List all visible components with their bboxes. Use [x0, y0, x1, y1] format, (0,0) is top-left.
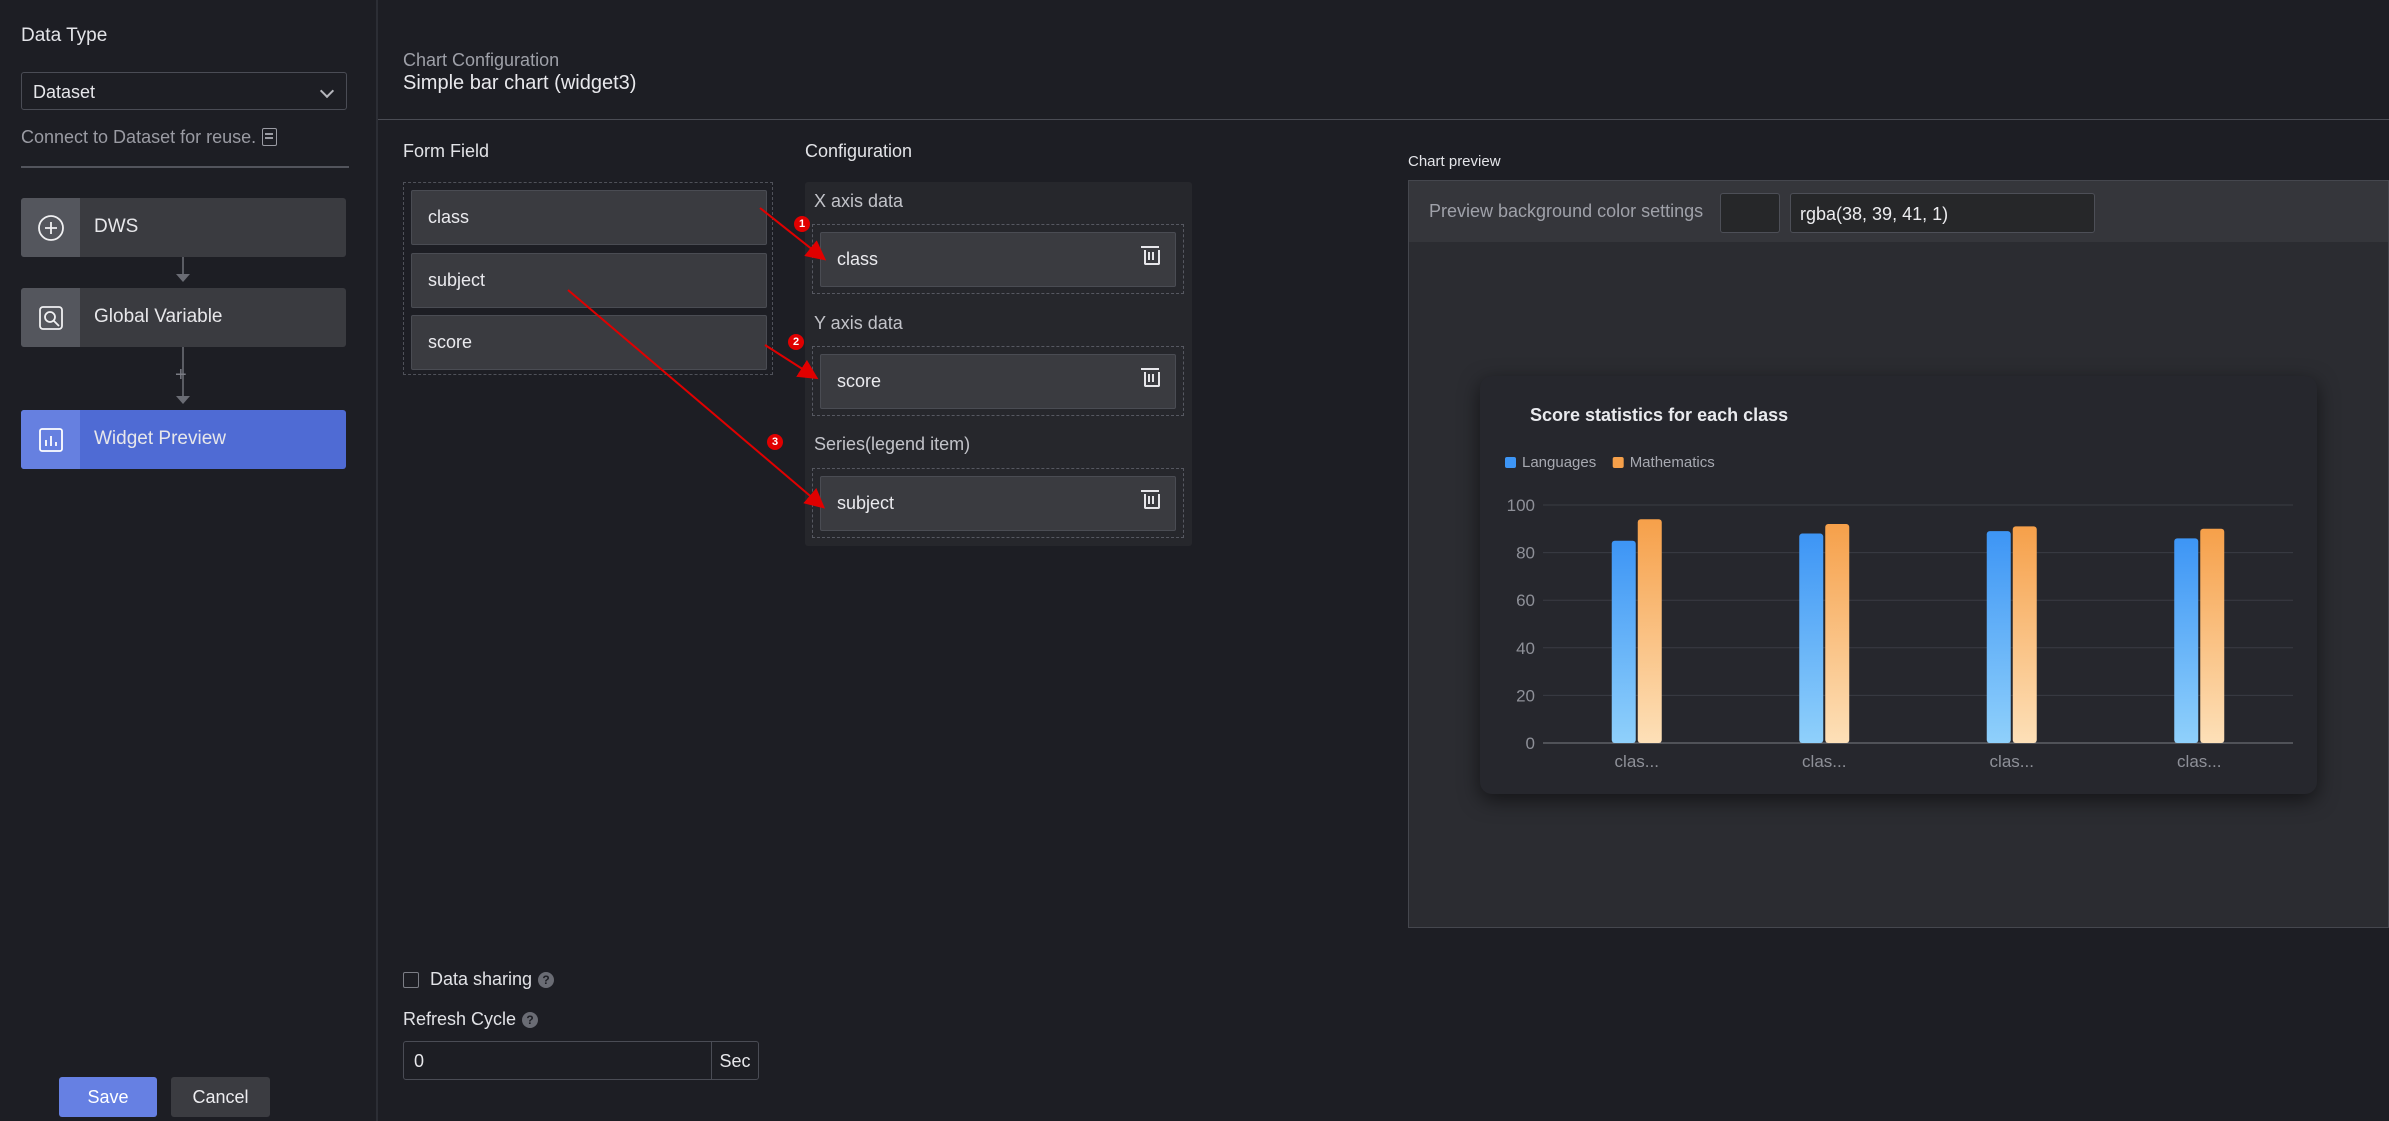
arrow-line — [567, 289, 826, 509]
refresh-cycle-value: 0 — [414, 1051, 425, 1071]
data-sharing-row: Data sharing? — [430, 969, 555, 990]
arrow-line — [759, 207, 827, 261]
chart-card: Score statistics for each class Languages… — [1480, 376, 2317, 794]
bg-color-input[interactable]: rgba(38, 39, 41, 1) — [1790, 193, 2095, 233]
y-tick-label: 60 — [1516, 591, 1535, 610]
bar-languages — [2174, 538, 2199, 743]
bar-languages — [1611, 540, 1636, 743]
input-divider — [711, 1042, 712, 1079]
bar-mathematics — [1825, 524, 1850, 743]
help-icon[interactable]: ? — [538, 972, 555, 988]
refresh-row: Refresh Cycle? — [403, 1009, 539, 1030]
data-sharing-label: Data sharing — [430, 969, 533, 989]
step-badge: 1 — [794, 216, 810, 232]
y-tick-label: 20 — [1516, 686, 1535, 705]
bar-chart: Score statistics for each class Languages… — [1505, 405, 2293, 771]
preview-bg-settings-bar: Preview background color settings rgba(3… — [1409, 181, 2388, 242]
chart-title: Score statistics for each class — [1530, 405, 1788, 425]
bar-languages — [1986, 531, 2011, 743]
x-tick-label: clas... — [1615, 752, 1659, 771]
arrow-line — [764, 344, 819, 380]
legend-label: Languages — [1522, 454, 1596, 471]
x-tick-label: clas... — [2177, 752, 2221, 771]
bar-mathematics — [2012, 526, 2037, 743]
y-tick-label: 40 — [1516, 639, 1535, 658]
chart-preview-panel: Preview background color settings rgba(3… — [1408, 180, 2389, 928]
bar-mathematics — [2200, 528, 2225, 743]
x-tick-label: clas... — [1802, 752, 1846, 771]
bg-color-value: rgba(38, 39, 41, 1) — [1800, 204, 1949, 224]
refresh-cycle-input[interactable]: 0 Sec — [403, 1041, 759, 1080]
x-tick-label: clas... — [1990, 752, 2034, 771]
bar-mathematics — [1637, 519, 1662, 743]
step-badge: 2 — [788, 334, 804, 350]
chart-preview-title: Chart preview — [1408, 153, 1501, 170]
data-sharing-checkbox[interactable] — [403, 972, 419, 988]
bar-languages — [1799, 533, 1824, 743]
y-tick-label: 80 — [1516, 544, 1535, 563]
refresh-cycle-label: Refresh Cycle — [403, 1009, 517, 1029]
y-tick-label: 100 — [1507, 496, 1535, 515]
step-badge: 3 — [767, 434, 783, 450]
legend-label: Mathematics — [1630, 454, 1715, 471]
preview-bg-label: Preview background color settings — [1429, 201, 1704, 221]
refresh-unit: Sec — [719, 1051, 751, 1071]
legend-swatch — [1505, 457, 1516, 468]
legend-swatch — [1612, 457, 1624, 468]
help-icon[interactable]: ? — [522, 1012, 539, 1028]
color-swatch[interactable] — [1720, 193, 1780, 233]
y-tick-label: 0 — [1526, 734, 1535, 753]
